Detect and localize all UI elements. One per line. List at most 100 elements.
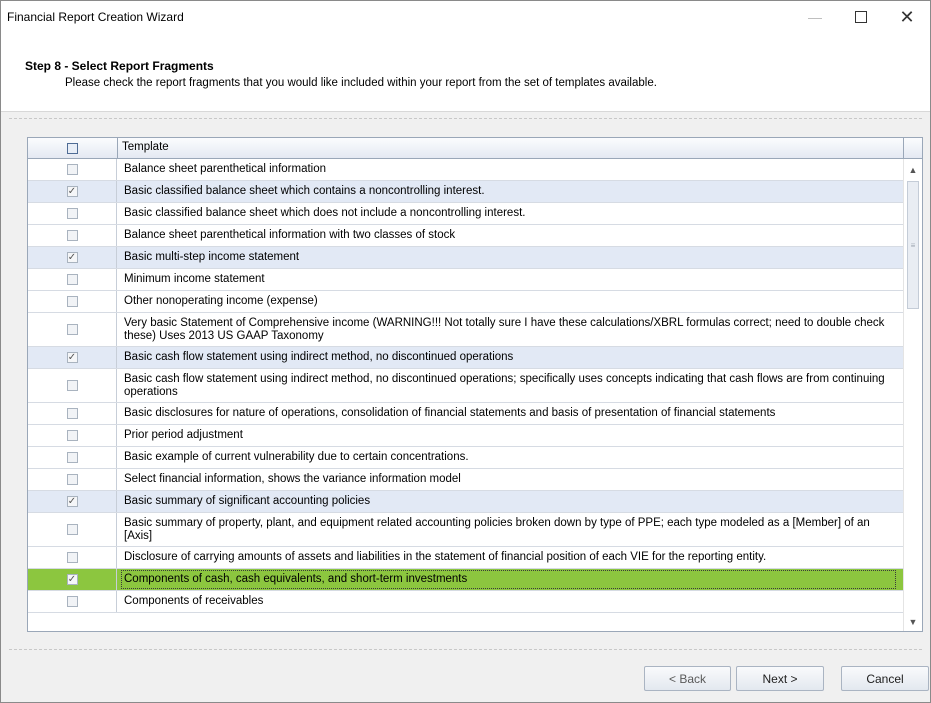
grid-header: Template [28, 138, 922, 159]
row-template-label[interactable]: Basic cash flow statement using indirect… [124, 369, 897, 402]
row-checkbox[interactable] [66, 324, 78, 335]
row-checkbox[interactable] [66, 274, 78, 285]
row-check-cell[interactable] [28, 425, 117, 446]
row-check-cell[interactable] [28, 269, 117, 290]
row-checkbox[interactable] [66, 208, 78, 219]
row-check-cell[interactable] [28, 547, 117, 568]
row-checkbox[interactable] [66, 296, 78, 307]
table-row[interactable]: ✓ Basic classified balance sheet which co… [28, 181, 903, 203]
row-check-cell[interactable]: ✓ [28, 491, 117, 512]
row-check-cell[interactable] [28, 313, 117, 346]
grid-rows: Balance sheet parenthetical information ✓… [28, 159, 903, 613]
row-checkbox[interactable] [66, 596, 78, 607]
table-row[interactable]: Basic summary of property, plant, and eq… [28, 513, 903, 547]
row-checkbox[interactable] [66, 524, 78, 535]
scroll-thumb[interactable]: ≡ [907, 181, 919, 309]
title-bar[interactable]: Financial Report Creation Wizard — ✕ [1, 1, 930, 33]
row-template-label[interactable]: Select financial information, shows the … [124, 469, 897, 490]
table-row[interactable]: Prior period adjustment [28, 425, 903, 447]
row-template-label[interactable]: Basic classified balance sheet which con… [124, 181, 897, 202]
row-check-cell[interactable] [28, 403, 117, 424]
checkmark-icon: ✓ [67, 251, 77, 263]
row-template-label[interactable]: Minimum income statement [124, 269, 897, 290]
row-check-cell[interactable] [28, 469, 117, 490]
row-checkbox[interactable] [66, 380, 78, 391]
cancel-button[interactable]: Cancel [841, 666, 929, 691]
step-description: Please check the report fragments that y… [65, 77, 657, 89]
select-all-checkbox[interactable] [67, 142, 78, 154]
row-checkbox[interactable]: ✓ [66, 495, 78, 507]
row-checkbox[interactable] [66, 552, 78, 563]
table-row[interactable]: Balance sheet parenthetical information [28, 159, 903, 181]
back-button[interactable]: < Back [644, 666, 731, 691]
table-row[interactable]: Disclosure of carrying amounts of assets… [28, 547, 903, 569]
row-checkbox[interactable] [66, 474, 78, 485]
table-row[interactable]: ✓ Basic summary of significant accounting… [28, 491, 903, 513]
select-all-cell[interactable] [28, 138, 118, 158]
row-checkbox[interactable] [66, 408, 78, 419]
row-template-label[interactable]: Very basic Statement of Comprehensive in… [124, 313, 897, 346]
row-check-cell[interactable]: ✓ [28, 181, 117, 202]
row-checkbox[interactable] [66, 452, 78, 463]
next-button[interactable]: Next > [736, 666, 824, 691]
row-check-cell[interactable]: ✓ [28, 247, 117, 268]
row-template-label[interactable]: Basic example of current vulnerability d… [124, 447, 897, 468]
table-row[interactable]: Balance sheet parenthetical information … [28, 225, 903, 247]
column-header-template[interactable]: Template [122, 141, 169, 153]
row-checkbox[interactable]: ✓ [66, 186, 78, 197]
row-template-label[interactable]: Basic summary of significant accounting … [124, 491, 897, 512]
table-row[interactable]: ✓ Basic multi-step income statement [28, 247, 903, 269]
table-row[interactable]: Select financial information, shows the … [28, 469, 903, 491]
checkmark-icon: ✓ [67, 495, 77, 507]
row-template-label[interactable]: Basic cash flow statement using indirect… [124, 347, 897, 368]
scroll-down-arrow-icon[interactable]: ▼ [904, 613, 922, 631]
table-row[interactable]: Basic example of current vulnerability d… [28, 447, 903, 469]
minimize-icon: — [808, 9, 822, 25]
table-row[interactable]: Other nonoperating income (expense) [28, 291, 903, 313]
table-row[interactable]: Minimum income statement [28, 269, 903, 291]
minimize-button[interactable]: — [792, 1, 838, 33]
maximize-button[interactable] [838, 1, 884, 33]
row-checkbox[interactable]: ✓ [66, 352, 78, 363]
row-checkbox[interactable] [66, 430, 78, 441]
row-template-label[interactable]: Basic classified balance sheet which doe… [124, 203, 897, 224]
row-template-label[interactable]: Other nonoperating income (expense) [124, 291, 897, 312]
row-check-cell[interactable] [28, 513, 117, 546]
row-template-label[interactable]: Components of receivables [124, 591, 897, 612]
close-button[interactable]: ✕ [884, 1, 930, 33]
row-check-cell[interactable]: ✓ [28, 569, 117, 590]
row-checkbox[interactable] [66, 164, 78, 175]
row-check-cell[interactable] [28, 291, 117, 312]
row-check-cell[interactable] [28, 203, 117, 224]
table-row[interactable]: Components of receivables [28, 591, 903, 613]
row-check-cell[interactable] [28, 159, 117, 180]
row-check-cell[interactable] [28, 447, 117, 468]
table-row[interactable]: ✓ Basic cash flow statement using indirec… [28, 347, 903, 369]
row-checkbox[interactable]: ✓ [66, 251, 78, 263]
row-template-label[interactable]: Balance sheet parenthetical information [124, 159, 897, 180]
table-row[interactable]: ✓ Components of cash, cash equivalents, a… [28, 569, 903, 591]
bottom-divider [9, 649, 922, 650]
row-template-label[interactable]: Components of cash, cash equivalents, an… [120, 569, 897, 590]
row-check-cell[interactable] [28, 369, 117, 402]
scroll-up-arrow-icon[interactable]: ▲ [904, 161, 922, 179]
row-template-label[interactable]: Basic multi-step income statement [124, 247, 897, 268]
row-template-label[interactable]: Disclosure of carrying amounts of assets… [124, 547, 897, 568]
step-header: Step 8 - Select Report Fragments Please … [1, 33, 930, 112]
row-check-cell[interactable] [28, 591, 117, 612]
header-corner [903, 138, 922, 158]
table-row[interactable]: Basic cash flow statement using indirect… [28, 369, 903, 403]
row-template-label[interactable]: Basic disclosures for nature of operatio… [124, 403, 897, 424]
row-template-label[interactable]: Basic summary of property, plant, and eq… [124, 513, 897, 546]
row-checkbox[interactable] [66, 230, 78, 241]
table-row[interactable]: Basic disclosures for nature of operatio… [28, 403, 903, 425]
table-row[interactable]: Very basic Statement of Comprehensive in… [28, 313, 903, 347]
vertical-scrollbar[interactable]: ▲ ≡ ▼ [903, 159, 922, 631]
close-icon: ✕ [899, 6, 915, 27]
row-template-label[interactable]: Prior period adjustment [124, 425, 897, 446]
table-row[interactable]: Basic classified balance sheet which doe… [28, 203, 903, 225]
row-check-cell[interactable] [28, 225, 117, 246]
row-template-label[interactable]: Balance sheet parenthetical information … [124, 225, 897, 246]
row-checkbox[interactable]: ✓ [66, 574, 78, 585]
row-check-cell[interactable]: ✓ [28, 347, 117, 368]
